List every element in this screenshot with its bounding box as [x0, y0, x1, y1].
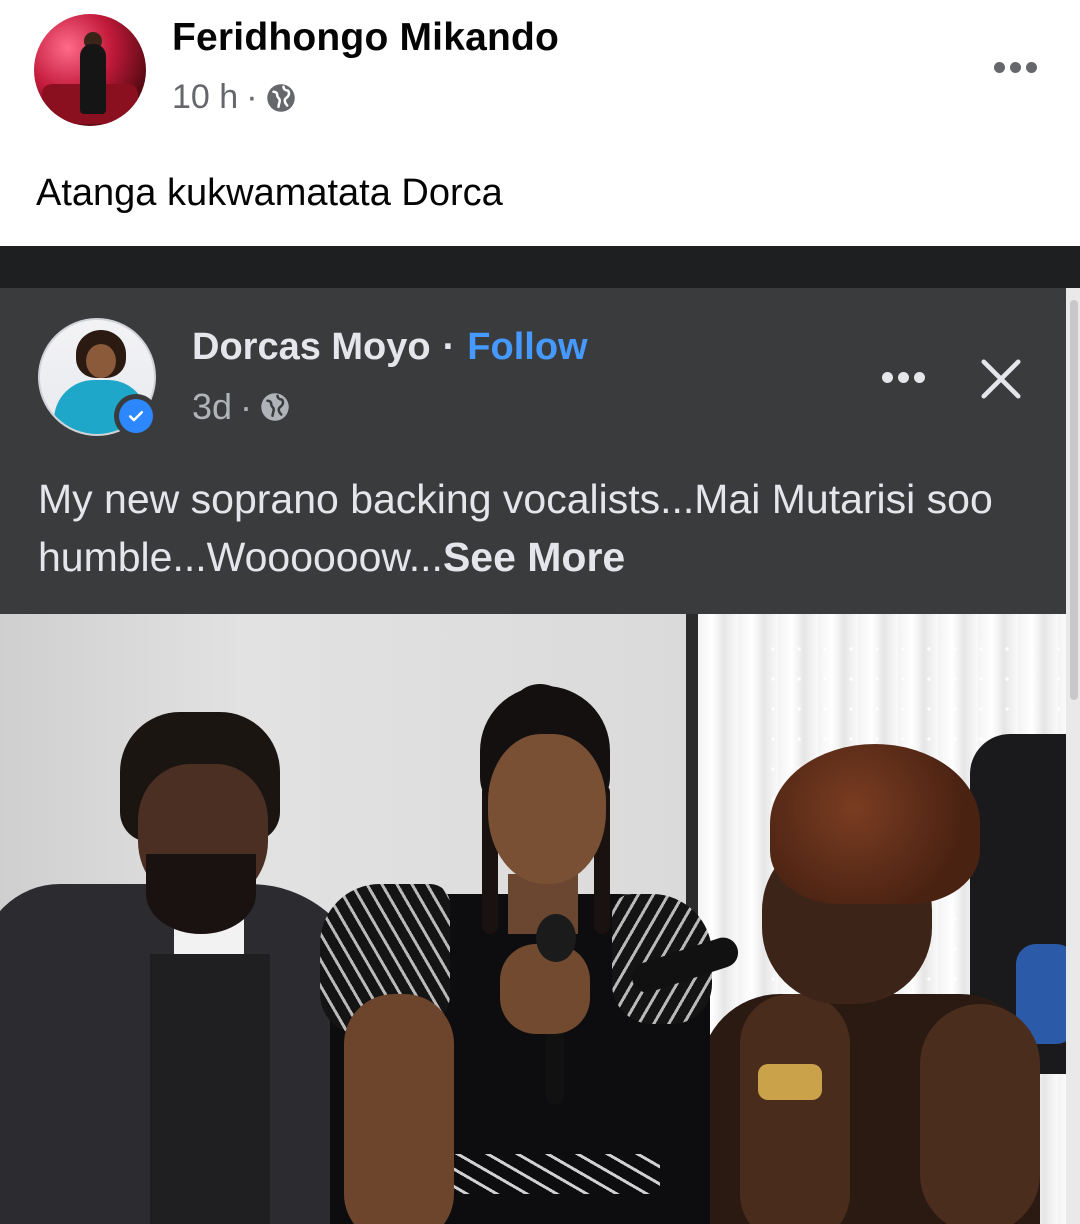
photo-singer-center-bun: [512, 684, 568, 734]
follow-button[interactable]: Follow: [467, 326, 587, 369]
close-icon[interactable]: [978, 356, 1024, 402]
name-separator: ·: [442, 326, 456, 368]
scrollbar-thumb[interactable]: [1070, 300, 1078, 700]
photo-singer-center-face: [488, 734, 606, 884]
photo-singer-right-shoulder: [920, 1004, 1040, 1224]
photo-man-beard: [146, 854, 256, 934]
see-more-link[interactable]: See More: [443, 534, 625, 580]
shared-author-row: Dorcas Moyo · Follow: [192, 326, 588, 369]
verified-badge-icon: [114, 394, 158, 438]
author-name[interactable]: Feridhongo Mikando: [172, 16, 559, 60]
shared-post-top-strip: [0, 246, 1080, 288]
photo-wristwatch: [758, 1064, 822, 1100]
avatar-face: [86, 344, 116, 378]
globe-icon[interactable]: [266, 83, 296, 113]
shared-post-body: My new soprano backing vocalists...Mai M…: [38, 470, 1048, 586]
shared-more-horizontal-icon[interactable]: [882, 372, 925, 383]
more-horizontal-icon[interactable]: [994, 62, 1037, 73]
facebook-post-screen: Feridhongo Mikando 10 h · Atanga kukwama…: [0, 0, 1080, 1224]
photo-singer-right-arm: [740, 994, 850, 1224]
globe-icon[interactable]: [260, 392, 290, 422]
photo-man-vest: [150, 954, 270, 1224]
author-avatar[interactable]: [34, 14, 146, 126]
post-meta: 10 h ·: [172, 78, 296, 117]
photo-singer-right-hair: [770, 744, 980, 904]
outer-post-header: Feridhongo Mikando 10 h · Atanga kukwama…: [0, 0, 1080, 246]
photo-microphone-head: [536, 914, 576, 962]
avatar-figure: [80, 44, 106, 114]
photo-singer-center-arm: [344, 994, 454, 1224]
shared-post-meta: 3d ·: [192, 386, 290, 428]
post-time[interactable]: 10 h: [172, 78, 238, 117]
shared-meta-separator: ·: [240, 386, 253, 427]
post-photo[interactable]: [0, 614, 1066, 1224]
meta-separator: ·: [246, 78, 258, 116]
shared-author-name[interactable]: Dorcas Moyo: [192, 326, 431, 369]
shared-post-time[interactable]: 3d: [192, 386, 232, 428]
post-caption: Atanga kukwamatata Dorca: [36, 172, 503, 214]
